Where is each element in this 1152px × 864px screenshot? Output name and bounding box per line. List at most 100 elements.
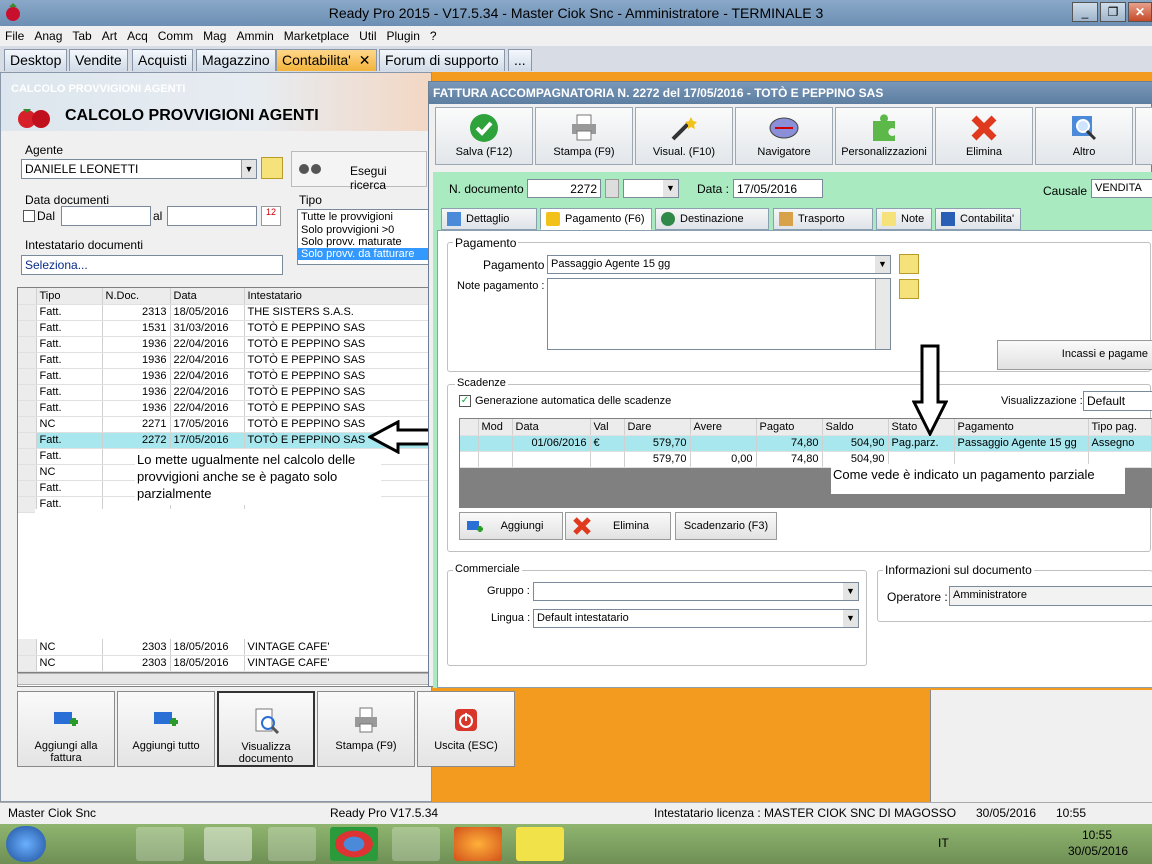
folder-icon[interactable] [899, 254, 919, 274]
col-header-data[interactable]: Data [170, 288, 245, 305]
row-selector[interactable] [18, 655, 37, 672]
tab-pagamento[interactable]: Pagamento (F6) [540, 208, 652, 230]
navigatore-button[interactable]: Navigatore [735, 107, 833, 165]
data-input[interactable]: 17/05/2016 [733, 179, 823, 198]
row-selector[interactable] [18, 320, 37, 337]
tray-time[interactable]: 10:55 [1082, 828, 1112, 842]
col-header-avere[interactable]: Avere [690, 419, 757, 436]
tools-icon[interactable] [392, 827, 440, 861]
visualizzazione-select[interactable]: Default [1083, 391, 1152, 411]
col-header-ndoc[interactable]: N.Doc. [102, 288, 171, 305]
elimina-scadenza-button[interactable]: Elimina [565, 512, 671, 540]
maximize-button[interactable]: ❐ [1100, 2, 1126, 22]
col-header-tipo-pag[interactable]: Tipo pag. [1088, 419, 1152, 436]
row-selector[interactable] [18, 400, 37, 417]
folder-icon[interactable] [899, 279, 919, 299]
col-header-mod[interactable]: Mod [478, 419, 513, 436]
horizontal-scrollbar[interactable] [17, 673, 431, 685]
menu-mag[interactable]: Mag [198, 26, 231, 43]
firefox-icon[interactable] [454, 827, 502, 861]
tipo-listbox[interactable]: Tutte le provvigioni Solo provvigioni >0… [297, 209, 429, 265]
table-row[interactable]: Fatt. 1936 22/04/2016 TOTÒ E PEPPINO SAS [18, 384, 430, 401]
intestatario-input[interactable]: Seleziona... [21, 255, 283, 275]
minimize-button[interactable]: _ [1072, 2, 1098, 22]
row-selector[interactable] [18, 496, 37, 513]
table-row[interactable]: Fatt. 1936 22/04/2016 TOTÒ E PEPPINO SAS [18, 400, 430, 417]
chevron-down-icon[interactable]: ▼ [241, 160, 256, 178]
stampa-button[interactable]: Stampa (F9) [317, 691, 415, 767]
personalizzazioni-button[interactable]: Personalizzazioni [835, 107, 933, 165]
elimina-doc-button[interactable]: Elimina [935, 107, 1033, 165]
row-selector[interactable] [18, 416, 37, 433]
menu-plugin[interactable]: Plugin [382, 26, 425, 43]
close-button[interactable]: ✕ [1128, 2, 1152, 22]
col-header-pagamento[interactable]: Pagamento [954, 419, 1089, 436]
row-selector[interactable] [18, 368, 37, 385]
menu-art[interactable]: Art [97, 26, 122, 43]
aggiungi-button[interactable]: Aggiungi [459, 512, 563, 540]
post-it-notes-icon[interactable] [516, 827, 564, 861]
altro-button[interactable]: Altro [1035, 107, 1133, 165]
chevron-down-icon[interactable]: ▼ [663, 180, 678, 197]
pagamento-select[interactable]: Passaggio Agente 15 gg [547, 255, 891, 274]
tipo-option[interactable]: Tutte le provvigioni [298, 210, 428, 224]
toolbar-overflow[interactable] [1135, 107, 1152, 165]
menu-tab[interactable]: Tab [67, 26, 96, 43]
tipo-option[interactable]: Solo provv. maturate [298, 236, 428, 248]
calculator-icon[interactable] [136, 827, 184, 861]
aggiungi-alla-fattura-button[interactable]: Aggiungi alla fattura [17, 691, 115, 767]
chevron-down-icon[interactable]: ▼ [875, 256, 890, 273]
note-pagamento-textarea[interactable] [547, 278, 891, 350]
row-selector[interactable] [18, 384, 37, 401]
tab-note[interactable]: Note [876, 208, 932, 230]
aggiungi-tutto-button[interactable]: Aggiungi tutto [117, 691, 215, 767]
causale-input[interactable]: VENDITA [1091, 179, 1152, 198]
row-selector[interactable] [18, 304, 37, 321]
app-cube-icon[interactable] [268, 827, 316, 861]
folder-icon[interactable] [261, 157, 283, 179]
table-row[interactable]: Fatt. 2313 18/05/2016 THE SISTERS S.A.S. [18, 304, 430, 321]
uscita-button[interactable]: Uscita (ESC) [417, 691, 515, 767]
table-row[interactable]: 01/06/2016 € 579,70 74,80 504,90 Pag.par… [460, 435, 1152, 452]
menu-file[interactable]: File [0, 26, 29, 43]
row-selector[interactable] [18, 464, 37, 481]
stampa-doc-button[interactable]: Stampa (F9) [535, 107, 633, 165]
row-selector[interactable] [18, 480, 37, 497]
table-row[interactable]: Fatt. 1936 22/04/2016 TOTÒ E PEPPINO SAS [18, 352, 430, 369]
start-button-icon[interactable] [6, 826, 46, 862]
textarea-scrollbar[interactable] [875, 279, 890, 349]
tray-date[interactable]: 30/05/2016 [1068, 844, 1128, 858]
calendar-icon[interactable]: 12 [261, 206, 281, 226]
chrome-icon[interactable] [330, 827, 378, 861]
incassi-button[interactable]: Incassi e pagame [997, 340, 1152, 370]
al-date-input[interactable] [167, 206, 257, 226]
tab-destinazione[interactable]: Destinazione (F7) [655, 208, 769, 245]
tab-more[interactable]: ... [508, 49, 532, 71]
tab-forum[interactable]: Forum di supporto [379, 49, 505, 71]
chevron-down-icon[interactable]: ▼ [843, 610, 858, 627]
row-selector[interactable] [460, 435, 479, 452]
row-selector[interactable] [18, 432, 37, 449]
col-header-dare[interactable]: Dare [624, 419, 691, 436]
col-header-intestatario[interactable]: Intestatario [244, 288, 430, 305]
dal-date-input[interactable] [61, 206, 151, 226]
table-row[interactable]: NC 2303 18/05/2016 VINTAGE CAFE' [18, 639, 430, 656]
chevron-down-icon[interactable]: ▼ [843, 583, 858, 600]
menu-anag[interactable]: Anag [29, 26, 67, 43]
col-header-pagato[interactable]: Pagato [756, 419, 823, 436]
row-selector[interactable] [18, 352, 37, 369]
tab-contabilita-doc[interactable]: Contabilita' [935, 208, 1021, 230]
language-indicator[interactable]: IT [938, 836, 949, 850]
ndoc-spinner[interactable] [605, 179, 619, 198]
tab-desktop[interactable]: Desktop [4, 49, 68, 71]
menu-help[interactable]: ? [425, 26, 442, 43]
menu-util[interactable]: Util [354, 26, 381, 43]
col-header-tipo[interactable]: Tipo [36, 288, 103, 305]
tab-acquisti[interactable]: Acquisti [132, 49, 194, 71]
tab-contabilita[interactable]: Contabilita' ✕ [276, 49, 377, 71]
readypro-strawberry-icon[interactable] [204, 827, 252, 861]
table-row[interactable]: Fatt. 1936 22/04/2016 TOTÒ E PEPPINO SAS [18, 336, 430, 353]
table-row[interactable]: NC 2303 18/05/2016 VINTAGE CAFE' [18, 655, 430, 672]
tab-vendite[interactable]: Vendite [69, 49, 128, 71]
row-selector[interactable] [18, 639, 37, 656]
